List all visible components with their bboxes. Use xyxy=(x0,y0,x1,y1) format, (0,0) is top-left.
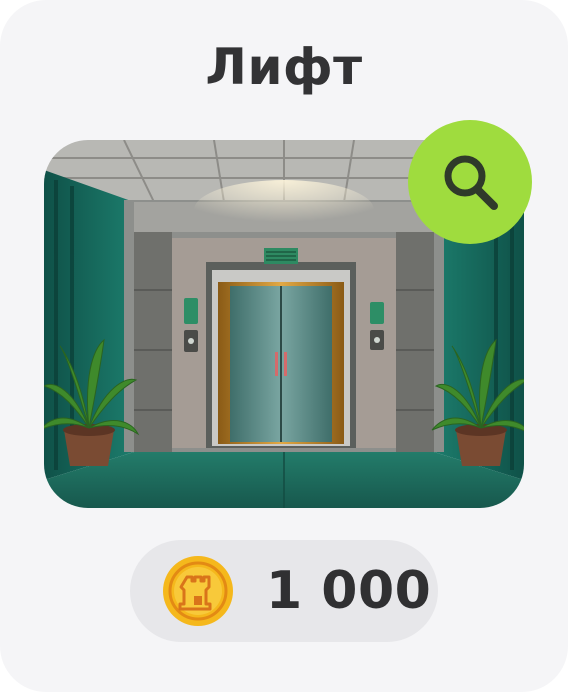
price-value: 1 000 xyxy=(266,561,432,621)
coin-tower-icon xyxy=(163,556,233,626)
item-card[interactable]: Лифт 1 000 xyxy=(0,0,568,692)
zoom-button[interactable] xyxy=(408,120,532,244)
search-icon xyxy=(444,155,498,210)
item-title: Лифт xyxy=(205,38,363,96)
price-button[interactable]: 1 000 xyxy=(130,540,438,642)
